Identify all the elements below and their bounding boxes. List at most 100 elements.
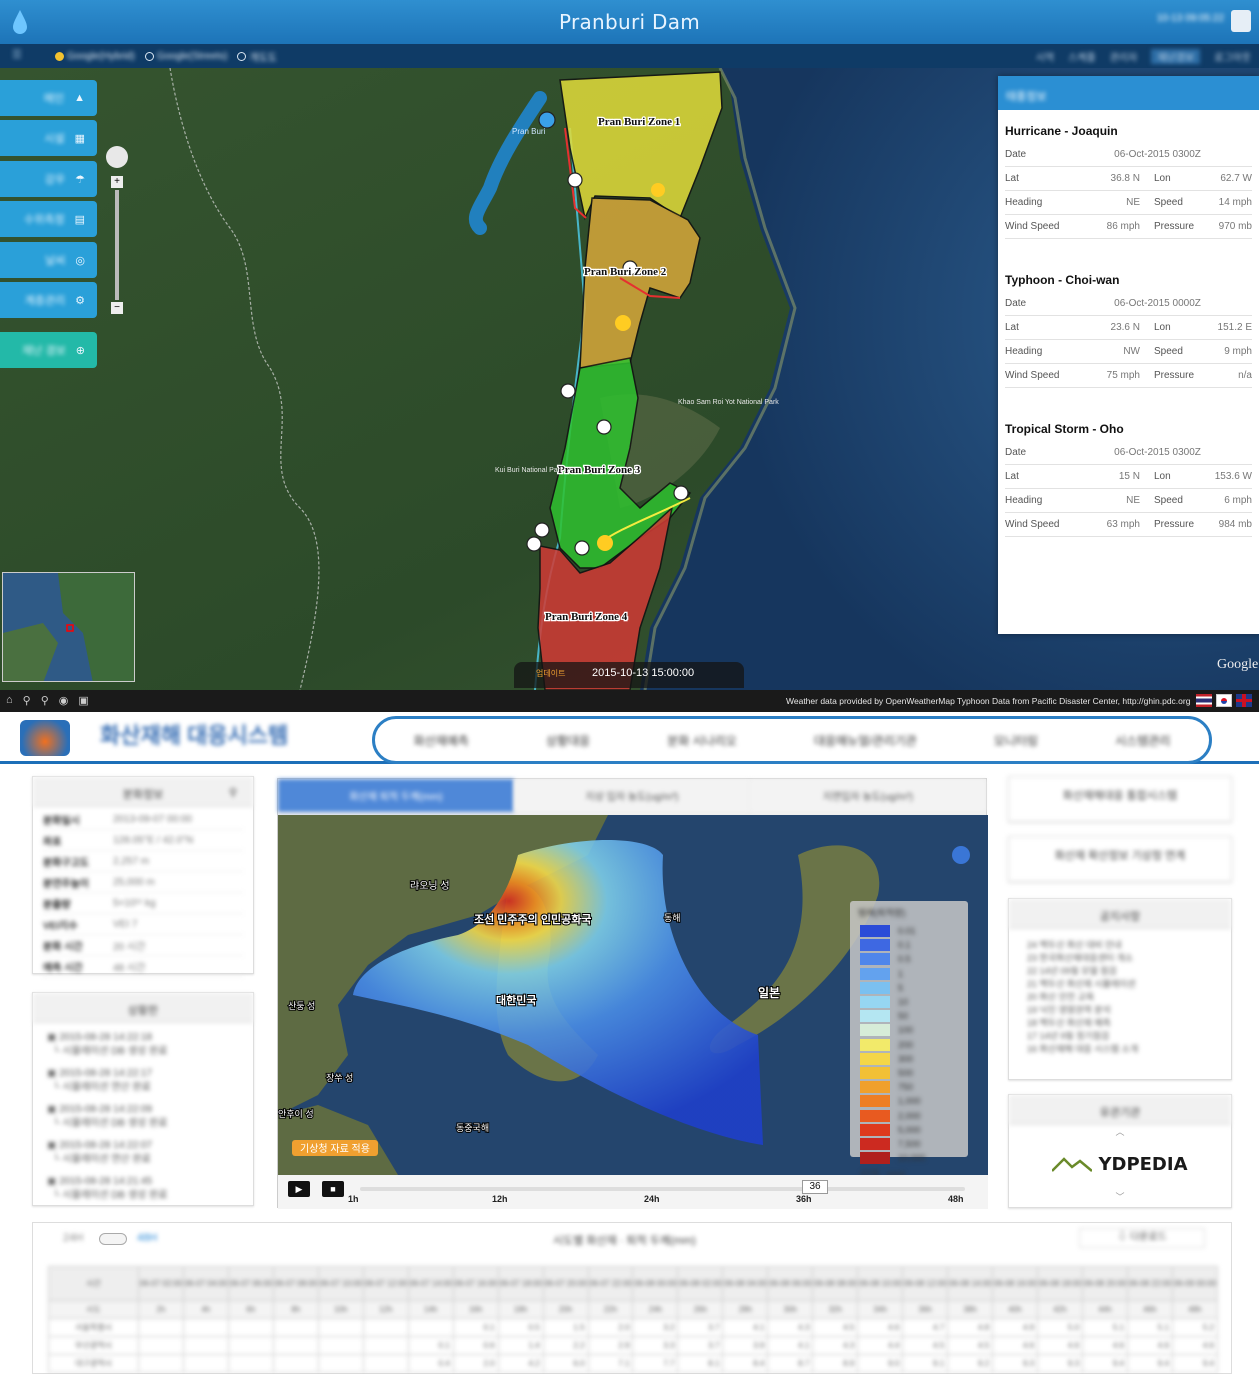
duration-toggle[interactable] [99,1233,127,1245]
table-cell [317,1318,364,1337]
notice-item[interactable]: 17 14년 9월 정기점검 [1027,1030,1213,1043]
ash-map[interactable]: 랴오닝 성 조선 민주주의 인민공화국 대한민국 일본 산둥 성 장쑤 성 동해… [278,815,988,1175]
time-slider[interactable] [360,1187,965,1191]
dam-marker-icon[interactable] [538,111,556,129]
legend-item: 0.1 [850,938,968,952]
stop-button[interactable]: ■ [322,1181,344,1197]
zoom-in-button[interactable]: + [111,176,123,188]
basemap-option-hybrid[interactable]: Google(Hybrid) [55,49,135,64]
station-marker-icon[interactable] [560,383,576,399]
table-header-cell: 시간 [48,1266,139,1301]
notice-item[interactable]: 24 백두산 화산 대비 안내 [1027,939,1213,952]
toggle-24h[interactable]: 24H [63,1232,83,1244]
basemap-option-other[interactable]: 개도도 [237,49,277,64]
status-entry: ▣ 2015-08-28 14:21:45 └ 시뮬레이션 DB 생성 완료 [47,1176,168,1201]
chevron-up-icon[interactable]: ︿ [1009,1125,1231,1138]
legend-label: 300 [898,1053,914,1064]
notice-item[interactable]: 16 화산재해 대응 시스템 소개 [1027,1043,1213,1056]
side-menu-item[interactable]: 계층관리 ⚙ [0,282,97,318]
download-button[interactable]: ⇩ 다운로드 [1079,1228,1205,1248]
side-menu-item[interactable]: 날씨 ◎ [0,242,97,278]
print-icon[interactable]: ▣ [78,694,88,707]
play-button[interactable]: ▶ [288,1181,310,1197]
kma-link-button[interactable]: 화산재 확산정보 기상청 연계 [1008,836,1232,882]
zoom-slider[interactable] [115,190,119,300]
weather-panel-header: 태풍정보 [998,76,1259,110]
update-label[interactable]: 업데이트 [536,668,565,679]
side-menu-item[interactable]: 메인 ▲ [0,80,97,116]
table-header-cell: 38h [947,1300,994,1319]
zone-label: Pran Buri Zone 4 [545,611,628,623]
side-menu-item-alert[interactable]: 재난 경보 ⊕ [0,332,97,368]
thai-flag-icon[interactable] [1196,694,1212,707]
nav-item[interactable]: 상황대응 [546,732,590,749]
pan-control-icon[interactable] [106,146,128,168]
menu-icon[interactable]: ☰ [12,48,22,61]
toggle-48h[interactable]: 48H [137,1232,157,1244]
top-menu-item[interactable]: 로그아웃 [1214,49,1251,64]
notice-item[interactable]: 22 14년 09월 모델 점검 [1027,965,1213,978]
legend-swatch [860,1095,890,1108]
table-header-cell: 34h [857,1300,904,1319]
legend-swatch [860,1137,890,1150]
table-cell: 9.4 [1171,1354,1219,1373]
pan-control-icon[interactable] [952,846,970,864]
table-cell: 4.4 [857,1336,904,1355]
top-menu-item[interactable]: 관리자 [1110,49,1138,64]
station-marker-icon[interactable] [567,172,583,188]
side-menu-item[interactable]: 강우 ☂ [0,161,97,197]
tab-ground-concentration[interactable]: 지상 입자 농도(ug/m³) [514,779,750,812]
top-menu-item-active[interactable]: 재난경보 [1151,49,1201,64]
table-cell [272,1336,319,1355]
notice-item[interactable]: 18 백두산 화산재 예측 [1027,1017,1213,1030]
legend-label: 50 [898,1011,909,1022]
zoom-out-button[interactable]: − [111,302,123,314]
nav-item[interactable]: 시스템관리 [1115,732,1170,749]
station-marker-icon[interactable] [673,485,689,501]
weather-sun-icon[interactable] [651,183,665,197]
map-place-label: 조선 민주주의 인민공화국 [474,912,591,926]
zoom-out-icon[interactable]: ⚲ [41,694,49,707]
weather-sun-icon[interactable] [615,315,631,331]
org-logo[interactable]: YDPEDIA [1009,1138,1231,1190]
side-menu-item[interactable]: 수위측정 ▤ [0,201,97,237]
globe-icon[interactable]: ◉ [59,694,69,707]
side-menu-item[interactable]: 시설 ▦ [0,120,97,156]
korean-flag-icon[interactable] [1216,694,1232,707]
nav-item[interactable]: 대응매뉴얼/관리기관 [814,732,917,749]
uk-flag-icon[interactable] [1236,694,1252,707]
station-marker-icon[interactable] [596,419,612,435]
legend-swatch [860,925,890,938]
table-header-cell: 06-07 04:00 [182,1266,229,1301]
status-entry: ▣ 2015-08-28 14:22:09 └ 시뮬레이션 DB 생성 완료 [47,1104,168,1129]
basemap-option-streets[interactable]: Google(Streets) [144,49,227,64]
station-marker-icon[interactable] [526,536,542,552]
nav-item[interactable]: 분화 시나리오 [667,732,737,749]
storm-card: Hurricane - Joaquin Date 06-Oct-2015 0300… [998,124,1259,239]
notice-item[interactable]: 21 백두산 화산재 시뮬레이션 [1027,978,1213,991]
zoom-in-icon[interactable]: ⚲ [23,694,31,707]
lock-icon[interactable] [1231,10,1251,32]
tab-deposit-thickness[interactable]: 화산재 퇴적 두께(mm) [278,779,514,812]
search-icon[interactable]: ⚲ [229,786,237,799]
legend-item: 1,000 [850,1094,968,1108]
table-cell: 8.1 [677,1354,724,1373]
nav-item[interactable]: 모니터링 [994,732,1038,749]
chevron-down-icon[interactable]: ﹀ [1009,1190,1231,1203]
station-marker-icon[interactable] [534,522,550,538]
tab-surface-concentration[interactable]: 지면입자 농도(ug/m³) [750,779,986,812]
system-link-button[interactable]: 화산재해대응 통합시스템 [1008,776,1232,822]
weather-sun-icon[interactable] [597,535,613,551]
nav-item[interactable]: 화산재예측 [414,732,469,749]
notice-item[interactable]: 20 화산 안전 교육 [1027,991,1213,1004]
table-cell-region: 대구광역시 [48,1354,139,1373]
notice-item[interactable]: 23 한국화산재대응센터 개소 [1027,952,1213,965]
station-marker-icon[interactable] [574,540,590,556]
notice-item[interactable]: 19 낙진 영향권역 분석 [1027,1004,1213,1017]
top-menu-item[interactable]: 시역 [1036,49,1054,64]
legend-item: 5 [850,981,968,995]
top-menu-item[interactable]: 스케줄 [1068,49,1096,64]
home-icon[interactable]: ⌂ [6,694,13,707]
overview-minimap[interactable] [2,572,135,682]
table-cell: 4.1 [722,1318,769,1337]
